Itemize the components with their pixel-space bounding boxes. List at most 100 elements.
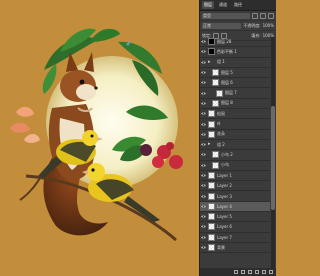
type-filter-icon[interactable] (268, 12, 274, 19)
visibility-eye-icon[interactable] (200, 215, 207, 218)
tab-layers[interactable]: 图层 (202, 1, 214, 9)
layer-name: Layer 7 (217, 234, 232, 240)
adjust-filter-icon[interactable] (260, 12, 266, 19)
link-layers-icon[interactable] (234, 270, 238, 274)
blend-mode-select[interactable]: 正常 (202, 22, 242, 29)
layer-name: 小鸟 2 (221, 151, 233, 157)
tab-channels[interactable]: 通道 (217, 1, 229, 9)
layer-name: 图层 6 (221, 79, 233, 85)
visibility-eye-icon[interactable] (200, 143, 207, 146)
visibility-eye-icon[interactable] (200, 153, 207, 157)
layer-thumbnail (208, 38, 215, 46)
visibility-eye-icon[interactable] (200, 112, 207, 115)
add-mask-icon[interactable] (248, 270, 252, 274)
layer-row[interactable]: Layer 5 (200, 212, 270, 223)
layer-thumbnail (212, 99, 219, 107)
layer-row[interactable]: 叶 (200, 119, 270, 130)
layer-name: 松鼠 (217, 110, 225, 116)
layer-name: 背景 (217, 244, 225, 250)
layer-thumbnail (208, 48, 215, 56)
layer-row[interactable]: ▸ 组 2 (200, 140, 270, 151)
kind-filter-select[interactable]: 类型 (202, 12, 250, 19)
visibility-eye-icon[interactable] (200, 102, 207, 105)
blend-row: 正常 不透明度: 100% (200, 21, 276, 31)
layer-name: 图层 7 (225, 90, 237, 96)
layer-thumbnail (208, 182, 215, 190)
layer-thumbnail (212, 161, 219, 169)
layer-thumbnail (208, 202, 215, 210)
pixel-filter-icon[interactable] (252, 12, 258, 19)
visibility-eye-icon[interactable] (200, 225, 207, 229)
layer-thumbnail (212, 79, 219, 87)
layer-thumbnail (208, 213, 215, 221)
layer-row[interactable]: Layer 4 (200, 201, 270, 213)
layer-list: 图层 28 色彩平衡 1 ▸ 组 1 图层 5 图层 6 图层 7 图层 8 松鼠叶花朵 ▸ 组 2… (200, 37, 270, 268)
layer-row[interactable]: Layer 3 (200, 191, 270, 202)
visibility-eye-icon[interactable] (200, 71, 207, 74)
new-group-icon[interactable] (255, 270, 259, 274)
layer-list-scrollbar[interactable] (271, 37, 275, 268)
visibility-eye-icon[interactable] (200, 50, 207, 54)
layer-name: 图层 8 (221, 100, 233, 106)
visibility-eye-icon[interactable] (200, 205, 207, 208)
visibility-eye-icon[interactable] (200, 184, 207, 187)
layer-row[interactable]: Layer 6 (200, 222, 270, 233)
visibility-eye-icon[interactable] (200, 133, 207, 136)
layer-row[interactable]: Layer 1 (200, 171, 270, 182)
layer-row[interactable]: 背景 (200, 243, 270, 254)
layer-name: Layer 2 (217, 183, 232, 189)
artwork-canvas[interactable] (0, 0, 199, 276)
kind-filter-value: 类型 (203, 12, 211, 18)
layer-name: 图层 5 (221, 69, 233, 75)
layer-name: Layer 5 (217, 214, 232, 220)
visibility-eye-icon[interactable] (200, 246, 207, 249)
visibility-eye-icon[interactable] (200, 122, 207, 126)
layer-row[interactable]: Layer 7 (200, 233, 270, 243)
layer-name: Layer 4 (217, 203, 232, 209)
layer-row[interactable]: Layer 2 (200, 181, 270, 192)
layer-thumbnail (208, 223, 215, 231)
layer-thumbnail (208, 110, 215, 118)
layer-name: 色彩平衡 1 (217, 48, 237, 54)
delete-layer-icon[interactable] (269, 270, 273, 274)
add-style-icon[interactable] (241, 270, 245, 274)
layer-thumbnail (208, 130, 215, 138)
opacity-label: 不透明度: (243, 22, 261, 28)
layer-thumbnail (216, 89, 223, 97)
panel-tabs: 图层 通道 路径 (200, 0, 276, 11)
layer-row[interactable]: 松鼠 (200, 109, 270, 120)
new-layer-icon[interactable] (262, 270, 266, 274)
tab-paths[interactable]: 路径 (232, 1, 244, 9)
visibility-eye-icon[interactable] (200, 194, 207, 198)
layers-panel: 图层 通道 路径 类型 正常 不透明度: 100% 锁定: 填充: 100% 图… (199, 0, 276, 276)
layer-row[interactable]: ▸ 组 1 (200, 58, 270, 68)
layer-row[interactable]: 小鸟 2 (200, 150, 270, 161)
layer-thumbnail (208, 120, 215, 128)
layer-row[interactable]: 图层 5 (200, 68, 270, 79)
layer-name: 叶 (217, 121, 221, 127)
visibility-eye-icon[interactable] (200, 61, 207, 64)
layer-name: 组 1 (217, 59, 225, 65)
layer-row[interactable]: 图层 8 (200, 99, 270, 110)
layer-name: 图层 28 (217, 38, 232, 44)
panel-bottom-bar (200, 268, 276, 276)
visibility-eye-icon[interactable] (200, 174, 207, 177)
layer-thumbnail (208, 172, 215, 179)
filter-row: 类型 (200, 11, 276, 21)
layer-thumbnail (208, 192, 215, 200)
layer-row[interactable]: 小鸟 (200, 161, 270, 171)
layer-name: 组 2 (217, 141, 225, 147)
opacity-value[interactable]: 100% (263, 23, 274, 28)
layer-row[interactable]: 图层 6 (200, 78, 270, 89)
visibility-eye-icon[interactable] (200, 236, 207, 239)
layer-row[interactable]: 图层 28 (200, 37, 270, 48)
layer-name: Layer 6 (217, 224, 232, 230)
layer-row[interactable]: 花朵 (200, 130, 270, 140)
visibility-eye-icon[interactable] (200, 40, 207, 43)
layer-row[interactable]: 图层 7 (200, 88, 270, 99)
visibility-eye-icon[interactable] (200, 92, 207, 95)
layer-row[interactable]: 色彩平衡 1 (200, 47, 270, 58)
visibility-eye-icon[interactable] (200, 164, 207, 167)
scrollbar-thumb[interactable] (271, 106, 275, 211)
visibility-eye-icon[interactable] (200, 81, 207, 84)
